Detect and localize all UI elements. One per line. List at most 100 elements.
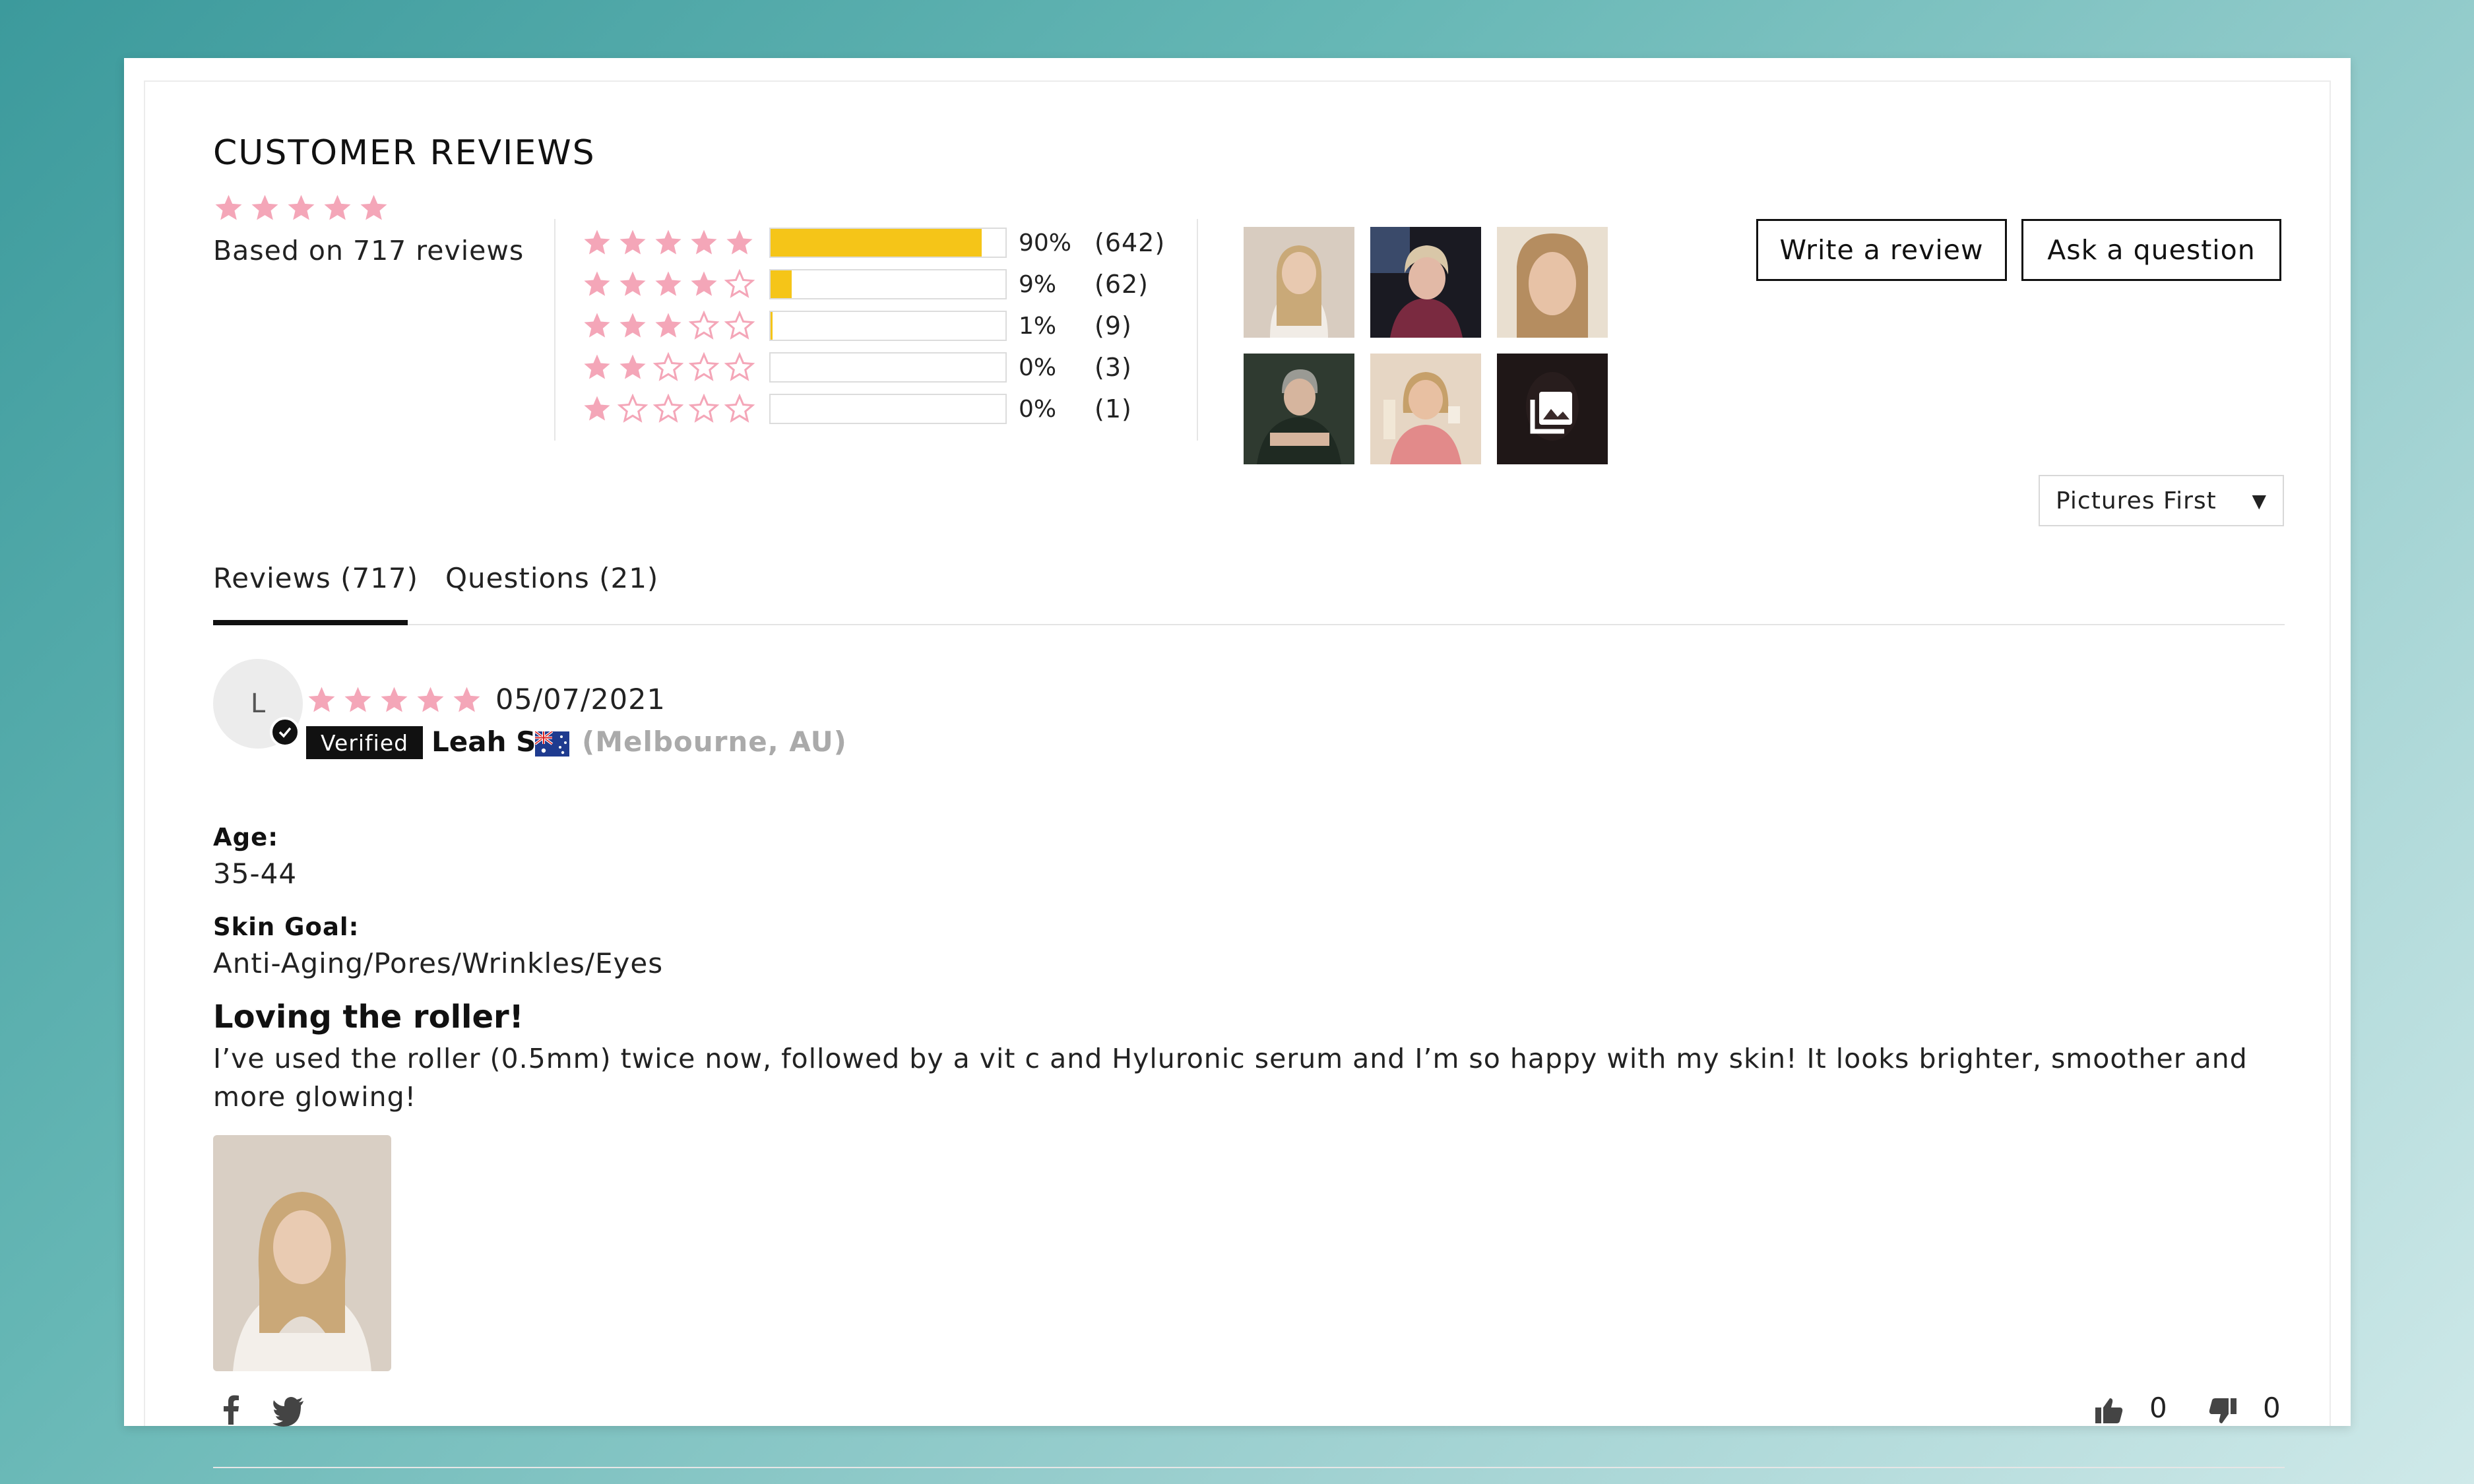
star-filled-icon xyxy=(286,193,317,224)
histogram-percent: 0% xyxy=(1019,354,1057,381)
star-filled-icon xyxy=(724,228,755,258)
histogram-percent: 1% xyxy=(1019,312,1057,340)
star-filled-icon xyxy=(582,311,612,341)
thumbs-up-icon[interactable] xyxy=(2093,1394,2126,1427)
histogram-row-5[interactable]: 90% (642) xyxy=(582,226,1165,260)
histogram-row-4[interactable]: 9% (62) xyxy=(582,267,1149,301)
histogram-count: (9) xyxy=(1094,311,1132,340)
review-photo[interactable] xyxy=(213,1135,391,1371)
caret-down-icon: ▼ xyxy=(2252,489,2267,512)
star-filled-icon xyxy=(689,269,719,299)
star-empty-icon xyxy=(689,352,719,383)
upvote-count: 0 xyxy=(2149,1392,2167,1424)
histogram-count: (62) xyxy=(1094,270,1149,299)
star-filled-icon xyxy=(653,269,683,299)
star-filled-icon xyxy=(653,228,683,258)
review-rating-stars xyxy=(306,685,482,716)
histogram-count: (642) xyxy=(1094,228,1166,257)
sort-dropdown[interactable]: Pictures First ▼ xyxy=(2039,475,2284,526)
review-body: I’ve used the roller (0.5mm) twice now, … xyxy=(213,1043,2248,1113)
histogram-bar xyxy=(769,394,1007,424)
gallery-more-thumb[interactable] xyxy=(1497,354,1608,464)
histogram-bar-fill xyxy=(771,312,773,340)
review-date: 05/07/2021 xyxy=(495,683,666,716)
sort-selected: Pictures First xyxy=(2056,487,2217,514)
ask-question-button[interactable]: Ask a question xyxy=(2021,219,2281,281)
star-empty-icon xyxy=(653,394,683,424)
star-filled-icon xyxy=(379,685,410,716)
star-empty-icon xyxy=(618,394,648,424)
star-filled-icon xyxy=(249,193,280,224)
histogram-row-3[interactable]: 1% (9) xyxy=(582,309,1132,343)
tab-reviews[interactable]: Reviews (717) xyxy=(213,562,418,594)
star-filled-icon xyxy=(689,228,719,258)
divider xyxy=(1197,219,1198,441)
star-filled-icon xyxy=(342,685,373,716)
average-rating-stars xyxy=(213,193,389,224)
gallery-thumb[interactable] xyxy=(1244,354,1354,464)
twitter-share-icon[interactable] xyxy=(270,1392,307,1429)
star-filled-icon xyxy=(618,228,648,258)
gallery-thumb[interactable] xyxy=(1244,227,1354,338)
gallery-thumb[interactable] xyxy=(1497,227,1608,338)
write-review-button[interactable]: Write a review xyxy=(1756,219,2007,281)
age-label: Age: xyxy=(213,823,279,851)
star-filled-icon xyxy=(582,269,612,299)
star-empty-icon xyxy=(689,311,719,341)
review-divider xyxy=(213,1467,2285,1468)
tab-questions[interactable]: Questions (21) xyxy=(445,562,658,594)
histogram-row-2[interactable]: 0% (3) xyxy=(582,350,1132,385)
reviews-title: CUSTOMER REVIEWS xyxy=(213,133,596,173)
histogram-bar-fill xyxy=(771,229,982,257)
tab-divider xyxy=(213,624,2285,625)
histogram-stars xyxy=(582,228,755,258)
star-empty-icon xyxy=(724,352,755,383)
skin-goal-value: Anti-Aging/Pores/Wrinkles/Eyes xyxy=(213,947,664,979)
age-value: 35-44 xyxy=(213,857,298,890)
gallery-thumb[interactable] xyxy=(1370,354,1481,464)
star-empty-icon xyxy=(724,269,755,299)
reviewer-name: Leah S xyxy=(431,726,536,758)
histogram-stars xyxy=(582,269,755,299)
divider xyxy=(554,219,555,441)
histogram-bar xyxy=(769,311,1007,341)
histogram-percent: 9% xyxy=(1019,270,1057,298)
australia-flag-icon xyxy=(534,730,569,757)
histogram-percent: 0% xyxy=(1019,395,1057,423)
verified-check-icon xyxy=(270,717,300,747)
histogram-stars xyxy=(582,352,755,383)
star-filled-icon xyxy=(582,394,612,424)
reviews-widget: CUSTOMER REVIEWS Based on 717 reviews 90… xyxy=(144,80,2331,1468)
histogram-count: (3) xyxy=(1094,353,1132,382)
star-filled-icon xyxy=(618,269,648,299)
gallery-thumb[interactable] xyxy=(1370,227,1481,338)
star-filled-icon xyxy=(213,193,244,224)
based-on-count: Based on 717 reviews xyxy=(213,235,524,266)
reviewer-location: (Melbourne, AU) xyxy=(582,726,847,758)
skin-goal-label: Skin Goal: xyxy=(213,913,360,941)
thumbs-down-icon[interactable] xyxy=(2206,1394,2239,1427)
facebook-share-icon[interactable] xyxy=(213,1392,250,1429)
histogram-bar xyxy=(769,228,1007,258)
downvote-count: 0 xyxy=(2263,1392,2281,1424)
star-empty-icon xyxy=(724,394,755,424)
photo-gallery xyxy=(1244,227,1613,464)
star-filled-icon xyxy=(582,352,612,383)
star-filled-icon xyxy=(306,685,337,716)
rating-histogram: 90% (642) 9% (62) 1% (9) 0% (3) 0% (1) xyxy=(582,226,1176,443)
histogram-stars xyxy=(582,311,755,341)
star-filled-icon xyxy=(618,352,648,383)
star-filled-icon xyxy=(451,685,482,716)
star-filled-icon xyxy=(582,228,612,258)
histogram-row-1[interactable]: 0% (1) xyxy=(582,392,1132,426)
star-empty-icon xyxy=(653,352,683,383)
star-filled-icon xyxy=(322,193,353,224)
verified-badge: Verified xyxy=(306,726,424,759)
histogram-percent: 90% xyxy=(1019,229,1072,257)
reviews-card: CUSTOMER REVIEWS Based on 717 reviews 90… xyxy=(124,58,2351,1468)
histogram-count: (1) xyxy=(1094,394,1132,423)
active-tab-indicator xyxy=(213,620,408,625)
star-empty-icon xyxy=(724,311,755,341)
star-empty-icon xyxy=(689,394,719,424)
star-filled-icon xyxy=(653,311,683,341)
